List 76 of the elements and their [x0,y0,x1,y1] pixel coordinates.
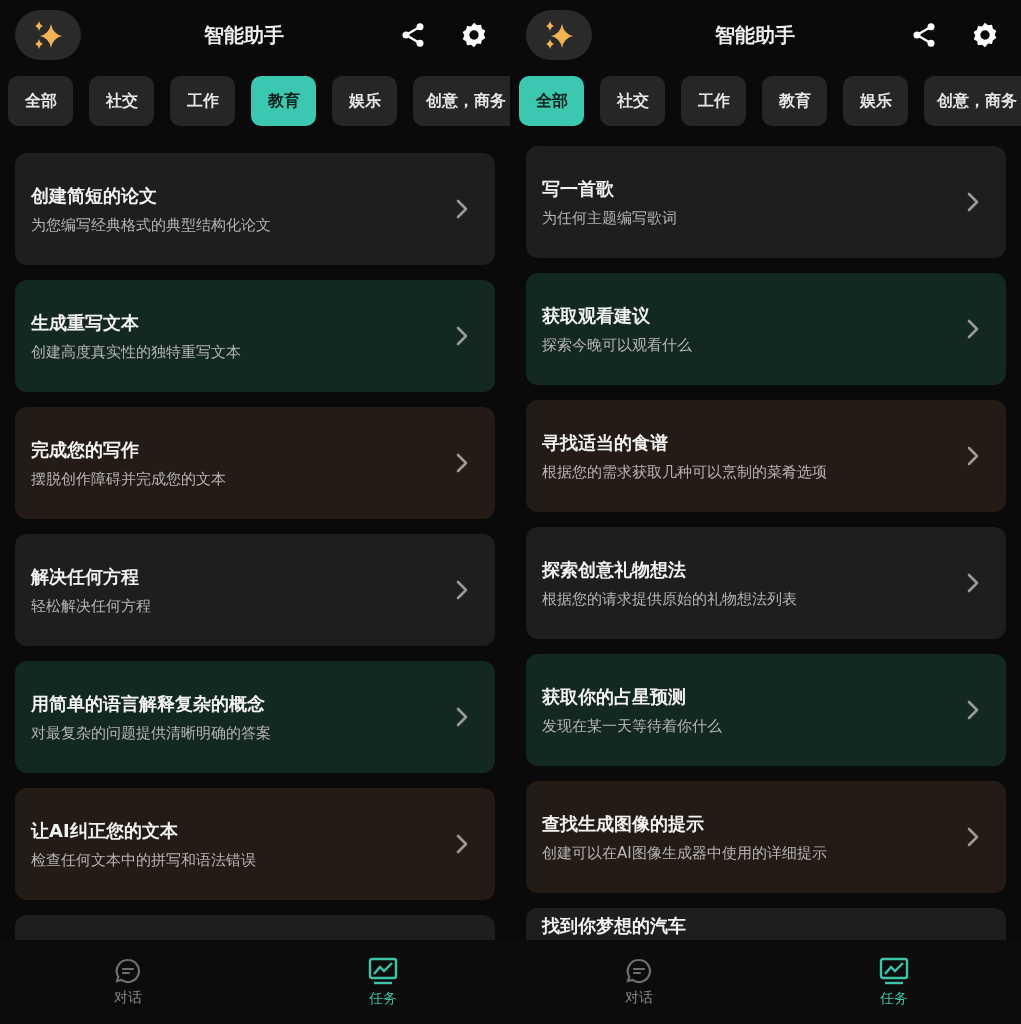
category-tab[interactable]: 教育 [762,76,827,126]
card-title: 解决任何方程 [31,564,140,589]
card-description: 发现在某一天等待着你什么 [542,716,723,736]
card-description: 探索今晚可以观看什么 [542,335,693,355]
category-tab[interactable]: 全部 [8,76,73,126]
category-tab[interactable]: 社交 [600,76,665,126]
nav-tab[interactable]: 任务 [766,940,1021,1024]
chevron-right-icon [966,826,980,848]
category-tab[interactable]: 教育 [251,76,316,126]
card-title: 查找生成图像的提示 [542,811,705,836]
settings-icon[interactable] [460,21,488,49]
screen-title: 智能助手 [202,21,285,49]
card-title: 获取你的占星预测 [542,684,687,709]
nav-tab[interactable]: 对话 [0,940,255,1024]
chevron-right-icon [966,699,980,721]
chat-bubble-icon [113,957,142,985]
category-tab[interactable]: 全部 [519,76,584,126]
assistant-button[interactable] [15,10,81,60]
category-tab[interactable]: 创意，商务 [924,76,1021,126]
chart-monitor-icon [878,956,909,986]
task-card[interactable]: 解决任何方程 轻松解决任何方程 [15,534,495,646]
chevron-right-icon [966,318,980,340]
card-description: 轻松解决任何方程 [31,596,152,616]
category-tab[interactable]: 工作 [170,76,235,126]
card-title: 让AI纠正您的文本 [31,818,179,843]
card-description: 为任何主题编写歌词 [542,208,678,228]
screen-title: 智能助手 [713,21,796,49]
card-title: 找到你梦想的汽车 [542,914,687,938]
card-description: 对最复杂的问题提供清晰明确的答案 [31,723,272,743]
nav-tab[interactable]: 对话 [511,940,766,1024]
task-card[interactable]: 获取观看建议 探索今晚可以观看什么 [526,273,1006,385]
task-card[interactable]: 写一首歌 为任何主题编写歌词 [526,146,1006,258]
chevron-right-icon [455,579,469,601]
task-card[interactable]: 让AI纠正您的文本 检查任何文本中的拼写和语法错误 [15,788,495,900]
card-title: 探索创意礼物想法 [542,557,687,582]
settings-icon[interactable] [971,21,999,49]
task-card[interactable]: 探索创意礼物想法 根据您的请求提供原始的礼物想法列表 [526,527,1006,639]
chevron-right-icon [455,452,469,474]
card-title: 完成您的写作 [31,437,140,462]
chevron-right-icon [455,198,469,220]
task-card[interactable]: 用简单的语言解释复杂的概念 对最复杂的问题提供清晰明确的答案 [15,661,495,773]
task-card[interactable]: 找到你梦想的汽车 [526,908,1006,940]
card-description: 创建可以在AI图像生成器中使用的详细提示 [542,843,828,863]
task-card[interactable]: 完成您的写作 摆脱创作障碍并完成您的文本 [15,407,495,519]
card-description: 为您编写经典格式的典型结构化论文 [31,215,272,235]
task-card[interactable]: 获取你的占星预测 发现在某一天等待着你什么 [526,654,1006,766]
card-title: 获取观看建议 [542,303,651,328]
category-tab[interactable]: 工作 [681,76,746,126]
chevron-right-icon [966,445,980,467]
task-card[interactable]: 创建简短的论文 为您编写经典格式的典型结构化论文 [15,153,495,265]
card-title: 创建简短的论文 [31,183,158,208]
chevron-right-icon [966,191,980,213]
category-tab[interactable]: 娱乐 [332,76,397,126]
nav-tab[interactable]: 任务 [255,940,510,1024]
card-title: 写一首歌 [542,176,615,201]
card-description: 摆脱创作障碍并完成您的文本 [31,469,227,489]
category-tab[interactable]: 创意，商务 [413,76,510,126]
task-card[interactable]: 查找生成图像的提示 创建可以在AI图像生成器中使用的详细提示 [526,781,1006,893]
card-title: 寻找适当的食谱 [542,430,669,455]
card-description: 根据您的需求获取几种可以烹制的菜肴选项 [542,462,828,482]
assistant-button[interactable] [526,10,592,60]
task-card[interactable]: 生成重写文本 创建高度真实性的独特重写文本 [15,280,495,392]
card-description: 创建高度真实性的独特重写文本 [31,342,242,362]
chevron-right-icon [455,833,469,855]
card-description: 根据您的请求提供原始的礼物想法列表 [542,589,798,609]
chevron-right-icon [455,325,469,347]
task-card[interactable]: 寻找适当的食谱 根据您的需求获取几种可以烹制的菜肴选项 [526,400,1006,512]
chat-bubble-icon [624,957,653,985]
chevron-right-icon [455,706,469,728]
card-description: 检查任何文本中的拼写和语法错误 [31,850,257,870]
card-title: 生成重写文本 [31,310,140,335]
chevron-right-icon [966,572,980,594]
category-tab[interactable]: 社交 [89,76,154,126]
card-title: 用简单的语言解释复杂的概念 [31,691,266,716]
category-tab[interactable]: 娱乐 [843,76,908,126]
chart-monitor-icon [367,956,398,986]
